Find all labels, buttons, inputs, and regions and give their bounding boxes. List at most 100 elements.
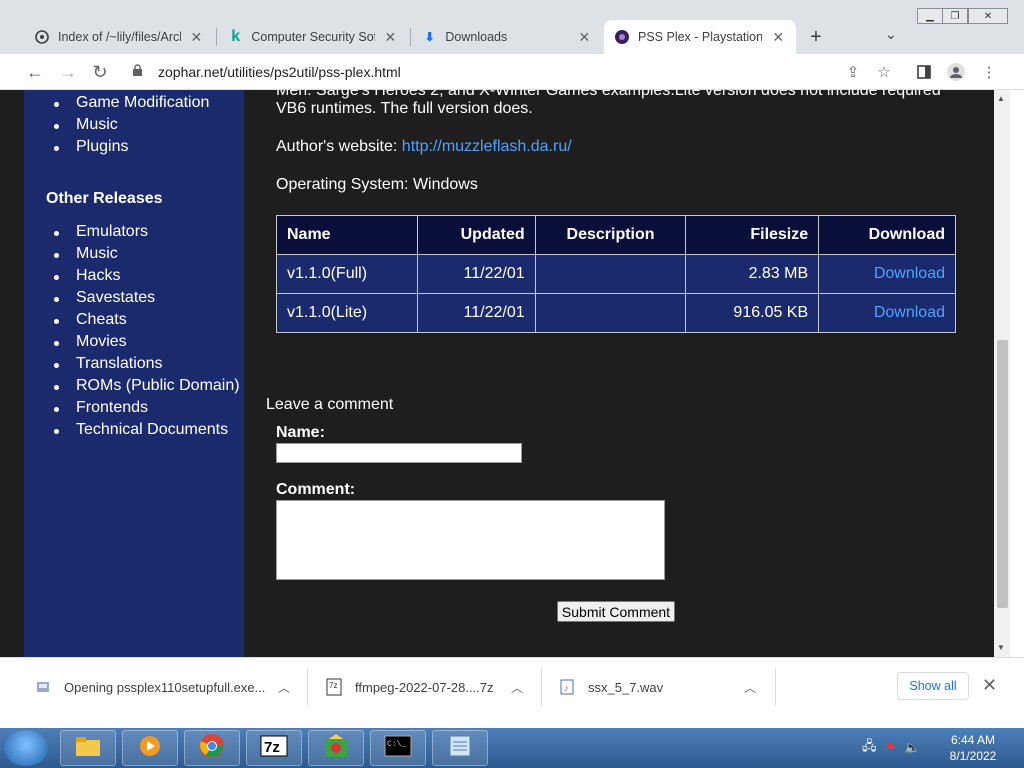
download-item-ffmpeg[interactable]: 7z ffmpeg-2022-07-28....7z ︿ <box>325 658 535 716</box>
chevron-up-icon[interactable]: ︿ <box>278 679 290 696</box>
network-icon[interactable]: 🖧 <box>862 737 877 759</box>
tab-pss-plex[interactable]: PSS Plex - Playstation 2 ✕ <box>604 20 796 54</box>
author-website-line: Author's website: http://muzzleflash.da.… <box>276 138 572 156</box>
side-panel-icon[interactable] <box>914 62 934 82</box>
description-text: Men: Sarge's Heroes 2, and X-Winter Game… <box>276 90 976 118</box>
maximize-button[interactable]: ❐ <box>942 8 968 24</box>
tab-computer-security[interactable]: k Computer Security Softw ✕ <box>218 20 408 54</box>
sidebar-item-music[interactable]: Music <box>54 116 118 134</box>
operating-system-line: Operating System: Windows <box>276 176 478 193</box>
start-button[interactable] <box>4 730 48 766</box>
action-center-flag-icon[interactable]: ⚑ <box>885 740 897 756</box>
column-header-filesize: Filesize <box>685 215 820 255</box>
reload-button[interactable]: ↻ <box>88 60 112 84</box>
close-window-button[interactable]: ✕ <box>968 8 1008 24</box>
scroll-down-arrow-icon[interactable]: ▼ <box>997 643 1005 652</box>
sidebar-item-game-modification[interactable]: Game Modification <box>53 94 209 112</box>
cell-filesize: 2.83 MB <box>685 254 820 294</box>
sidebar-item-music-2[interactable]: Music <box>54 245 118 263</box>
sidebar-nav: Game Modification Music Plugins Other Re… <box>24 90 244 657</box>
tab-close-icon[interactable]: ✕ <box>577 29 592 46</box>
globe-icon <box>34 29 50 45</box>
app-taskbar-button[interactable] <box>308 730 364 766</box>
author-website-link[interactable]: http://muzzleflash.da.ru/ <box>402 138 572 155</box>
cell-description <box>534 293 687 333</box>
download-filename: Opening pssplex110setupfull.exe... <box>64 679 266 695</box>
sidebar-item-emulators[interactable]: Emulators <box>53 223 148 241</box>
new-tab-button[interactable]: + <box>806 26 826 49</box>
folder-icon <box>75 735 101 762</box>
tab-index-of-lily[interactable]: Index of /~lily/files/Arch ✕ <box>24 20 214 54</box>
chrome-taskbar-button[interactable] <box>184 730 240 766</box>
tab-close-icon[interactable]: ✕ <box>770 29 786 46</box>
tab-title: Index of /~lily/files/Arch <box>58 30 181 44</box>
system-clock[interactable]: 6:44 AM 8/1/2022 <box>942 732 1004 764</box>
close-shelf-icon[interactable]: ✕ <box>982 675 997 696</box>
comment-textarea[interactable] <box>276 500 665 580</box>
sidebar-item-plugins[interactable]: Plugins <box>53 138 128 156</box>
forward-button[interactable]: → <box>56 60 80 84</box>
archive-icon: 7z <box>325 678 343 696</box>
table-row: v1.1.0(Full) 11/22/01 2.83 MB Download <box>276 254 956 294</box>
scrollbar-thumb[interactable] <box>997 340 1008 608</box>
sidebar-item-movies[interactable]: Movies <box>54 333 127 351</box>
tab-title: Downloads <box>445 30 508 44</box>
system-tray: 🖧 ⚑ 🔈 <box>862 734 942 762</box>
browser-window: Index of /~lily/files/Arch ✕ k Computer … <box>0 0 1024 728</box>
media-player-taskbar-button[interactable] <box>122 730 178 766</box>
chevron-up-icon[interactable]: ︿ <box>511 679 523 696</box>
sidebar-item-technical-documents[interactable]: Technical Documents <box>53 421 228 439</box>
notepad-taskbar-button[interactable] <box>432 730 488 766</box>
main-content: Men: Sarge's Heroes 2, and X-Winter Game… <box>249 90 984 657</box>
page-scrollbar[interactable]: ▲ ▼ <box>994 90 1010 657</box>
menu-kebab-icon[interactable]: ⋮ <box>979 62 999 82</box>
cell-filesize: 916.05 KB <box>685 293 820 333</box>
tab-close-icon[interactable]: ✕ <box>383 29 398 46</box>
taskbar: 7z C:\_ 🖧 ⚑ 🔈 6:44 AM 8/1/2022 <box>0 728 1024 768</box>
lock-icon <box>132 64 146 80</box>
tab-downloads[interactable]: ⬇ Downloads ✕ <box>412 20 602 54</box>
volume-icon[interactable]: 🔈 <box>904 740 920 756</box>
sidebar-item-cheats[interactable]: Cheats <box>54 311 127 329</box>
sidebar-item-frontends[interactable]: Frontends <box>53 399 148 417</box>
share-icon[interactable]: ⇪ <box>843 62 863 82</box>
leave-comment-heading: Leave a comment <box>266 396 394 413</box>
chevron-up-icon[interactable]: ︿ <box>744 679 756 696</box>
submit-comment-button[interactable]: Submit Comment <box>557 601 675 622</box>
7zip-taskbar-button[interactable]: 7z <box>246 730 302 766</box>
download-item-ssx[interactable]: ♪ ssx_5_7.wav ︿ <box>558 658 768 716</box>
show-all-button[interactable]: Show all <box>897 672 969 700</box>
author-label: Author's website: <box>276 138 398 155</box>
audio-file-icon: ♪ <box>558 678 576 696</box>
svg-text:♪: ♪ <box>564 683 569 693</box>
download-link-lite[interactable]: Download <box>874 304 945 321</box>
command-prompt-taskbar-button[interactable]: C:\_ <box>370 730 426 766</box>
scroll-up-arrow-icon[interactable]: ▲ <box>997 94 1005 103</box>
explorer-taskbar-button[interactable] <box>60 730 116 766</box>
sidebar-item-hacks[interactable]: Hacks <box>53 267 120 285</box>
svg-text:7z: 7z <box>264 739 280 756</box>
download-item-pssplex[interactable]: Opening pssplex110setupfull.exe... ︿ <box>34 658 296 716</box>
notepad-icon <box>447 734 473 763</box>
address-bar[interactable]: zophar.net/utilities/ps2util/pss-plex.ht… <box>122 58 902 86</box>
minimize-button[interactable]: ▁ <box>917 8 943 24</box>
column-header-download: Download <box>818 215 956 255</box>
other-releases-heading: Other Releases <box>46 190 163 207</box>
media-player-icon <box>138 734 162 763</box>
bookmark-star-icon[interactable]: ☆ <box>874 62 894 82</box>
url-text: zophar.net/utilities/ps2util/pss-plex.ht… <box>158 64 401 80</box>
cell-download: Download <box>818 254 956 294</box>
tab-search-chevron-icon[interactable]: ⌄ <box>885 26 897 43</box>
profile-avatar-icon[interactable] <box>946 62 966 82</box>
7zip-icon: 7z <box>260 735 288 762</box>
back-button[interactable]: ← <box>23 60 47 84</box>
name-input[interactable] <box>276 443 522 463</box>
kaspersky-icon: k <box>231 28 241 45</box>
column-header-updated: Updated <box>416 215 536 255</box>
sidebar-item-savestates[interactable]: Savestates <box>53 289 155 307</box>
sidebar-item-translations[interactable]: Translations <box>54 355 163 373</box>
web-page: Game Modification Music Plugins Other Re… <box>0 90 994 657</box>
tab-close-icon[interactable]: ✕ <box>189 29 204 46</box>
download-link-full[interactable]: Download <box>874 265 945 282</box>
sidebar-item-roms[interactable]: ROMs (Public Domain) <box>54 377 240 395</box>
